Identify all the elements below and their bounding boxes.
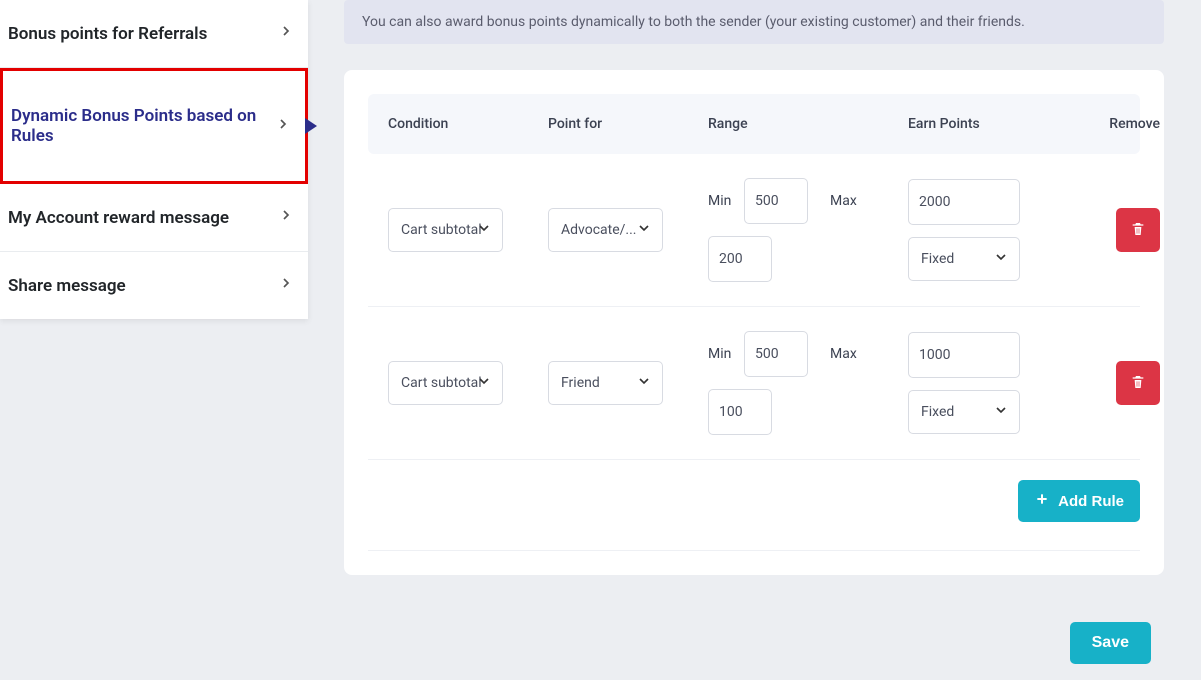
earn-cell: Fixed bbox=[908, 179, 1070, 281]
rule-row: Cart subtotal Friend Min Max bbox=[368, 307, 1140, 460]
point-for-cell: Advocate/... bbox=[548, 208, 708, 252]
earn-value-input[interactable] bbox=[908, 179, 1020, 225]
condition-select[interactable]: Cart subtotal bbox=[388, 361, 503, 405]
rules-card: Condition Point for Range Earn Points Re… bbox=[344, 70, 1164, 575]
add-rule-label: Add Rule bbox=[1058, 493, 1124, 510]
chevron-down-icon bbox=[636, 220, 652, 240]
earn-type-select[interactable]: Fixed bbox=[908, 390, 1020, 434]
col-point-for: Point for bbox=[548, 116, 708, 132]
sidebar-item-label: My Account reward message bbox=[8, 208, 229, 228]
condition-value: Cart subtotal bbox=[401, 222, 482, 238]
earn-cell: Fixed bbox=[908, 332, 1070, 434]
range-cell: Min Max bbox=[708, 178, 908, 282]
col-condition: Condition bbox=[388, 116, 548, 132]
sidebar-item-label: Share message bbox=[8, 276, 126, 296]
col-earn-points: Earn Points bbox=[908, 116, 1070, 132]
max-label: Max bbox=[830, 193, 857, 209]
plus-icon bbox=[1034, 491, 1050, 511]
chevron-right-icon bbox=[278, 23, 294, 44]
min-label: Min bbox=[708, 346, 736, 362]
range-cell: Min Max bbox=[708, 331, 908, 435]
point-for-select[interactable]: Friend bbox=[548, 361, 663, 405]
point-for-cell: Friend bbox=[548, 361, 708, 405]
remove-rule-button[interactable] bbox=[1116, 208, 1160, 252]
range-extra-input[interactable] bbox=[708, 389, 772, 435]
point-for-value: Friend bbox=[561, 375, 600, 391]
col-remove: Remove bbox=[1070, 116, 1160, 132]
sidebar-item-share-message[interactable]: Share message bbox=[0, 252, 308, 319]
remove-cell bbox=[1070, 361, 1160, 405]
min-label: Min bbox=[708, 193, 736, 209]
earn-value-input[interactable] bbox=[908, 332, 1020, 378]
sidebar-item-bonus-points-referrals[interactable]: Bonus points for Referrals bbox=[0, 0, 308, 68]
condition-cell: Cart subtotal bbox=[388, 208, 548, 252]
point-for-value: Advocate/... bbox=[561, 222, 637, 238]
info-banner: You can also award bonus points dynamica… bbox=[344, 0, 1164, 44]
chevron-down-icon bbox=[993, 249, 1009, 269]
range-min-input[interactable] bbox=[744, 331, 808, 377]
sidebar-item-label: Bonus points for Referrals bbox=[8, 24, 207, 44]
trash-icon bbox=[1130, 374, 1146, 393]
condition-cell: Cart subtotal bbox=[388, 361, 548, 405]
col-range: Range bbox=[708, 116, 908, 132]
sidebar-item-dynamic-bonus-points[interactable]: Dynamic Bonus Points based on Rules bbox=[0, 68, 308, 184]
rules-actions: Add Rule bbox=[368, 460, 1140, 551]
trash-icon bbox=[1130, 221, 1146, 240]
max-label: Max bbox=[830, 346, 857, 362]
rule-row: Cart subtotal Advocate/... Min Max bbox=[368, 154, 1140, 307]
range-min-input[interactable] bbox=[744, 178, 808, 224]
remove-rule-button[interactable] bbox=[1116, 361, 1160, 405]
chevron-right-icon bbox=[278, 275, 294, 296]
sidebar-item-label: Dynamic Bonus Points based on Rules bbox=[11, 106, 261, 146]
save-label: Save bbox=[1092, 634, 1129, 651]
add-rule-button[interactable]: Add Rule bbox=[1018, 480, 1140, 522]
chevron-down-icon bbox=[636, 373, 652, 393]
sidebar: Bonus points for Referrals Dynamic Bonus… bbox=[0, 0, 308, 319]
rules-table-header: Condition Point for Range Earn Points Re… bbox=[368, 94, 1140, 154]
condition-select[interactable]: Cart subtotal bbox=[388, 208, 503, 252]
range-extra-input[interactable] bbox=[708, 236, 772, 282]
earn-type-value: Fixed bbox=[921, 404, 954, 420]
chevron-down-icon bbox=[993, 402, 1009, 422]
remove-cell bbox=[1070, 208, 1160, 252]
point-for-select[interactable]: Advocate/... bbox=[548, 208, 663, 252]
condition-value: Cart subtotal bbox=[401, 375, 482, 391]
save-button[interactable]: Save bbox=[1070, 622, 1151, 664]
chevron-right-icon bbox=[275, 116, 291, 137]
sidebar-item-my-account-reward-message[interactable]: My Account reward message bbox=[0, 184, 308, 252]
earn-type-select[interactable]: Fixed bbox=[908, 237, 1020, 281]
earn-type-value: Fixed bbox=[921, 251, 954, 267]
chevron-right-icon bbox=[278, 207, 294, 228]
info-banner-text: You can also award bonus points dynamica… bbox=[362, 14, 1025, 30]
